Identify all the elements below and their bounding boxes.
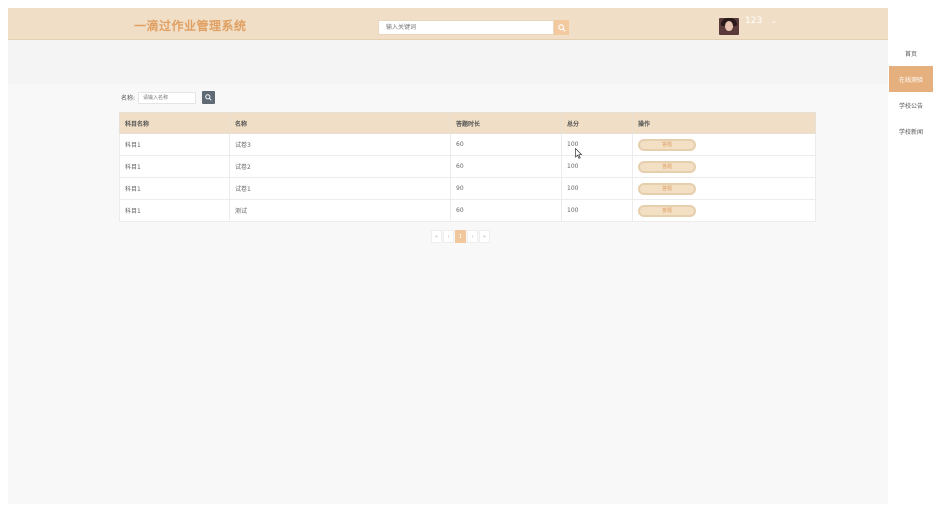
- answer-button[interactable]: 答题: [638, 138, 696, 151]
- table-header-row: 科目名称 名称 答题时长 总分 操作: [119, 112, 816, 134]
- cell-subject: 科目1: [119, 177, 230, 200]
- top-header: 一滴过作业管理系统 123 ⌄: [8, 8, 888, 40]
- exam-table: 科目名称 名称 答题时长 总分 操作 科目1 试卷3 60 100 答题 科目1…: [119, 112, 816, 222]
- next-page-button[interactable]: ›: [467, 230, 478, 243]
- search-box: [378, 20, 554, 35]
- avatar[interactable]: [719, 18, 739, 35]
- name-filter-input[interactable]: [138, 91, 197, 104]
- nav-item-announcements[interactable]: 学校公告: [889, 92, 933, 118]
- cell-subject: 科目1: [119, 133, 230, 156]
- table-row: 科目1 试卷2 60 100 答题: [119, 155, 816, 178]
- cell-score: 100: [561, 199, 633, 222]
- table-row: 科目1 测试 60 100 答题: [119, 199, 816, 222]
- search-icon: [205, 94, 212, 101]
- pagination: « ‹ 1 › »: [431, 230, 491, 243]
- cell-name: 试卷3: [229, 133, 451, 156]
- cell-score: 100: [561, 155, 633, 178]
- nav-item-news[interactable]: 学校新闻: [889, 118, 933, 144]
- cell-duration: 90: [450, 177, 562, 200]
- page-button-current[interactable]: 1: [455, 230, 466, 243]
- cell-action: 答题: [632, 155, 816, 178]
- header-subject: 科目名称: [119, 112, 230, 134]
- search-button[interactable]: [554, 20, 569, 35]
- filter-bar: 名称:: [121, 91, 216, 104]
- chevron-down-icon[interactable]: ⌄: [771, 17, 777, 25]
- cell-action: 答题: [632, 177, 816, 200]
- cell-name: 测试: [229, 199, 451, 222]
- cell-name: 试卷2: [229, 155, 451, 178]
- header-duration: 答题时长: [450, 112, 562, 134]
- cell-duration: 60: [450, 155, 562, 178]
- filter-search-button[interactable]: [202, 91, 216, 104]
- nav-item-online-test[interactable]: 在线测验: [889, 66, 933, 92]
- cell-subject: 科目1: [119, 199, 230, 222]
- header-name: 名称: [229, 112, 451, 134]
- cell-name: 试卷1: [229, 177, 451, 200]
- filter-label: 名称:: [121, 95, 136, 102]
- table-row: 科目1 试卷1 90 100 答题: [119, 177, 816, 200]
- cell-subject: 科目1: [119, 155, 230, 178]
- site-title[interactable]: 一滴过作业管理系统: [134, 17, 247, 34]
- answer-button[interactable]: 答题: [638, 204, 696, 217]
- nav-item-home[interactable]: 首页: [889, 40, 933, 66]
- cell-action: 答题: [632, 133, 816, 156]
- cell-duration: 60: [450, 133, 562, 156]
- username[interactable]: 123: [745, 16, 762, 26]
- cell-duration: 60: [450, 199, 562, 222]
- cell-score: 100: [561, 133, 633, 156]
- cell-action: 答题: [632, 199, 816, 222]
- search-icon: [557, 23, 566, 32]
- banner: [8, 40, 888, 84]
- header-action: 操作: [632, 112, 816, 134]
- table-row: 科目1 试卷3 60 100 答题: [119, 133, 816, 156]
- right-nav: 首页 在线测验 学校公告 学校新闻: [889, 40, 933, 144]
- first-page-button[interactable]: «: [431, 230, 442, 243]
- search-input[interactable]: [379, 21, 553, 34]
- cell-score: 100: [561, 177, 633, 200]
- answer-button[interactable]: 答题: [638, 182, 696, 195]
- last-page-button[interactable]: »: [479, 230, 490, 243]
- prev-page-button[interactable]: ‹: [443, 230, 454, 243]
- mouse-cursor-icon: [575, 148, 582, 159]
- header-score: 总分: [561, 112, 633, 134]
- answer-button[interactable]: 答题: [638, 160, 696, 173]
